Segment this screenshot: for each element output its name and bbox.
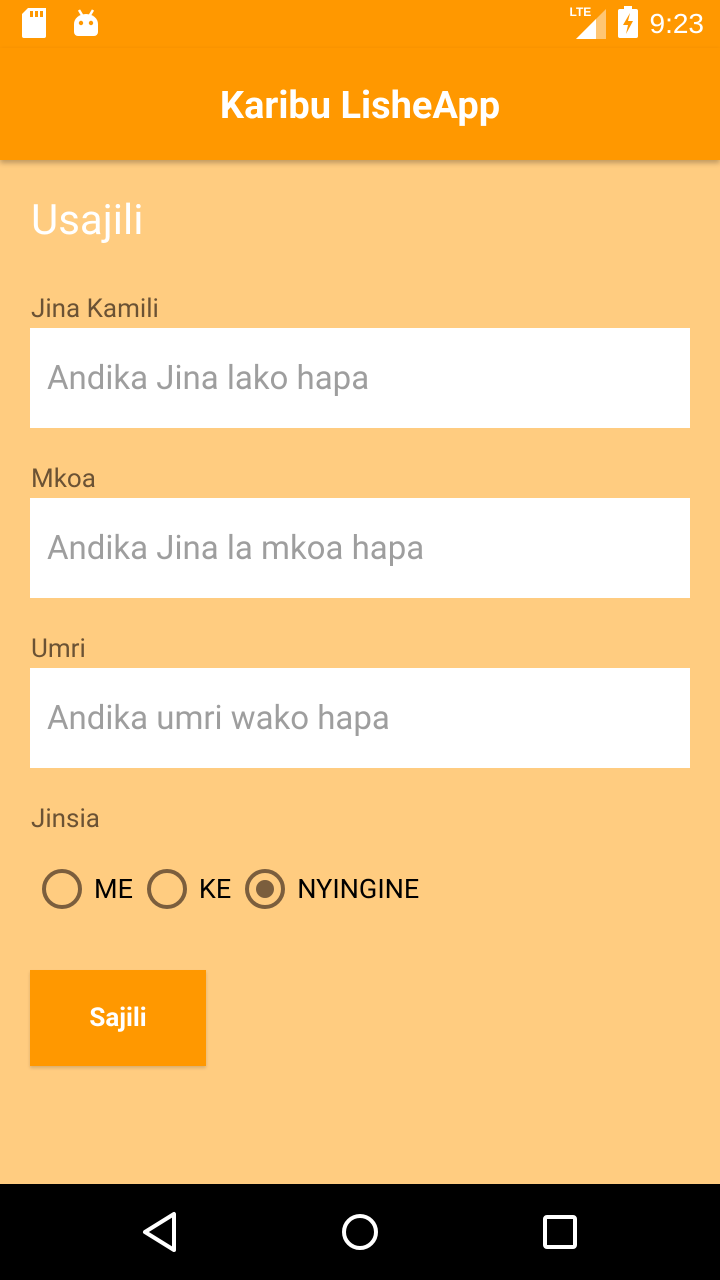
signal-icon: LTE: [570, 5, 606, 39]
android-icon: [72, 8, 100, 42]
radio-button-me[interactable]: [42, 869, 82, 909]
home-button[interactable]: [330, 1202, 390, 1262]
region-label: Mkoa: [31, 464, 96, 494]
gender-option-label: KE: [198, 873, 232, 905]
age-input[interactable]: [30, 668, 690, 768]
full-name-label: Jina Kamili: [31, 294, 159, 324]
gender-option-label: ME: [94, 873, 133, 905]
register-button[interactable]: Sajili: [30, 970, 206, 1066]
recents-icon: [543, 1215, 577, 1249]
sd-card-icon: [22, 8, 48, 42]
home-icon: [342, 1214, 378, 1250]
back-icon: [143, 1212, 176, 1252]
back-button[interactable]: [130, 1202, 190, 1262]
full-name-input[interactable]: [30, 328, 690, 428]
gender-option-me[interactable]: ME: [42, 869, 133, 909]
radio-button-nyingine[interactable]: [245, 869, 286, 909]
page-title: Usajili: [31, 196, 144, 245]
gender-label: Jinsia: [31, 804, 100, 834]
battery-charging-icon: [617, 6, 638, 42]
radio-button-ke[interactable]: [146, 869, 187, 909]
status-time: 9:23: [649, 8, 705, 39]
gender-radio-group: ME KE NYINGINE: [42, 868, 433, 910]
status-bar: LTE 9:23: [0, 0, 720, 48]
gender-option-label: NYINGINE: [297, 873, 420, 905]
gender-option-nyingine[interactable]: NYINGINE: [245, 869, 419, 909]
navigation-bar: [0, 1184, 720, 1280]
recents-button[interactable]: [530, 1202, 590, 1262]
app-bar: Karibu LisheApp: [0, 48, 720, 160]
app-title: Karibu LisheApp: [219, 84, 501, 128]
age-label: Umri: [31, 634, 86, 664]
gender-option-ke[interactable]: KE: [146, 869, 232, 909]
region-input[interactable]: [30, 498, 690, 598]
network-type: LTE: [569, 5, 592, 19]
